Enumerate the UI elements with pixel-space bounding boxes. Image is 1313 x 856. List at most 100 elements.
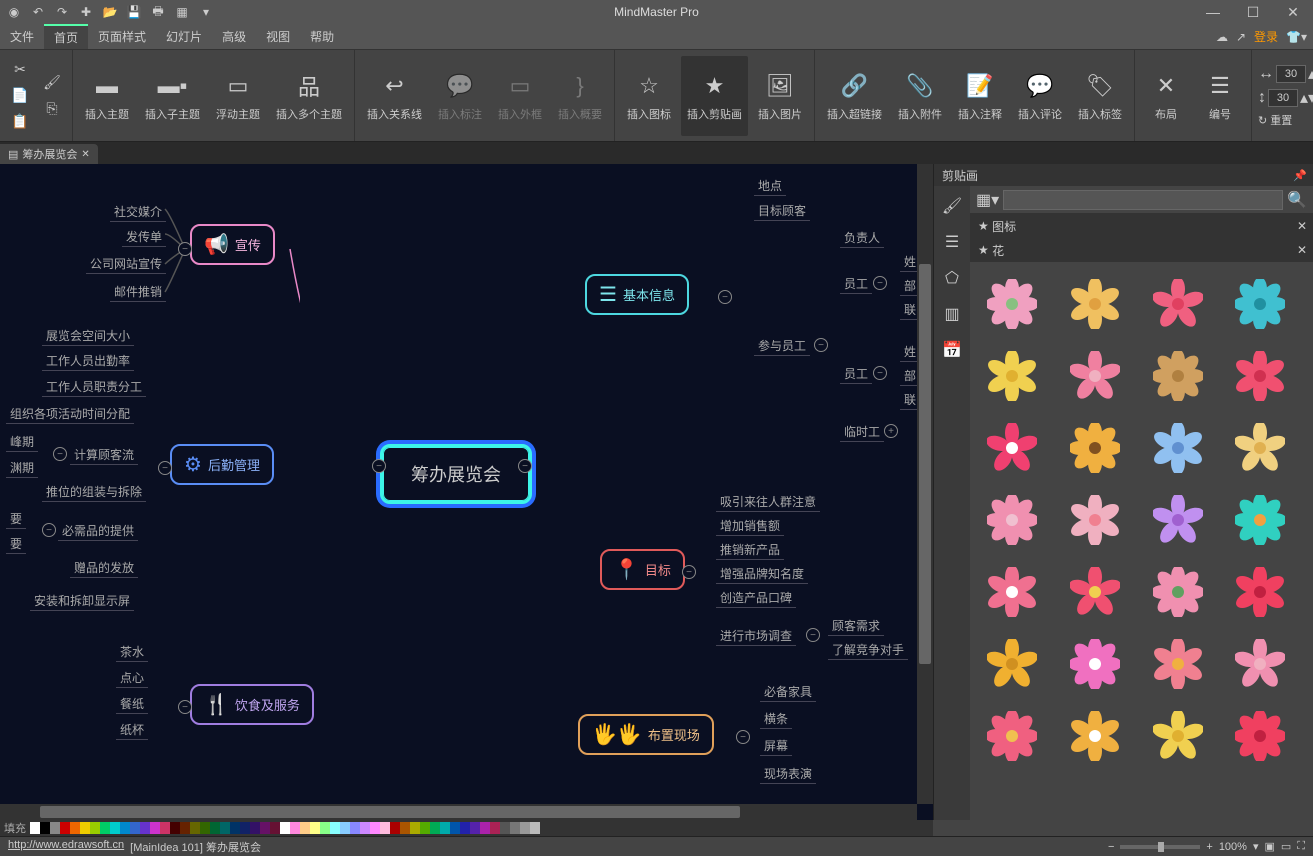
- color-swatch[interactable]: [370, 822, 380, 834]
- color-swatch[interactable]: [140, 822, 150, 834]
- color-swatch[interactable]: [300, 822, 310, 834]
- color-swatch[interactable]: [460, 822, 470, 834]
- clipart-flower[interactable]: [1148, 634, 1208, 694]
- color-swatch[interactable]: [40, 822, 50, 834]
- insert-picture-button[interactable]: 🖼插入图片: [752, 56, 808, 136]
- redo-icon[interactable]: ↷: [52, 2, 72, 22]
- expander[interactable]: −: [158, 461, 172, 475]
- color-swatch[interactable]: [490, 822, 500, 834]
- close-button[interactable]: ✕: [1273, 0, 1313, 24]
- clipart-flower[interactable]: [1230, 418, 1290, 478]
- color-swatch[interactable]: [440, 822, 450, 834]
- height-stepper[interactable]: ▴▾: [1300, 88, 1313, 108]
- zoom-thumb[interactable]: [1158, 842, 1164, 852]
- color-swatch[interactable]: [190, 822, 200, 834]
- leaf[interactable]: 要: [6, 534, 26, 554]
- zoom-dropdown-icon[interactable]: ▾: [1253, 840, 1259, 853]
- section-close-icon[interactable]: ✕: [1297, 243, 1307, 257]
- minimize-button[interactable]: —: [1193, 0, 1233, 24]
- expander[interactable]: −: [873, 366, 887, 380]
- node-setup[interactable]: 🖐🖐布置现场: [578, 714, 714, 755]
- color-swatch[interactable]: [270, 822, 280, 834]
- leaf[interactable]: 茶水: [116, 642, 148, 662]
- leaf[interactable]: 赠品的发放: [70, 558, 138, 578]
- clipart-flower[interactable]: [1148, 706, 1208, 766]
- color-swatch[interactable]: [420, 822, 430, 834]
- leaf[interactable]: 顾客需求: [828, 616, 884, 636]
- cloud-icon[interactable]: ☁: [1216, 30, 1228, 44]
- clipart-flower[interactable]: [1065, 274, 1125, 334]
- pin-icon[interactable]: 📌: [1293, 169, 1307, 182]
- menu-page-style[interactable]: 页面样式: [88, 24, 156, 49]
- color-swatch[interactable]: [520, 822, 530, 834]
- expander[interactable]: −: [178, 242, 192, 256]
- color-swatch[interactable]: [90, 822, 100, 834]
- leaf[interactable]: 餐纸: [116, 694, 148, 714]
- leaf[interactable]: 公司网站宣传: [86, 254, 166, 274]
- color-swatch[interactable]: [260, 822, 270, 834]
- clipart-flower[interactable]: [1148, 562, 1208, 622]
- width-input[interactable]: [1276, 65, 1306, 83]
- leaf[interactable]: 增强品牌知名度: [716, 564, 808, 584]
- expander[interactable]: −: [806, 628, 820, 642]
- tab-close-icon[interactable]: ✕: [81, 149, 89, 160]
- color-swatch[interactable]: [320, 822, 330, 834]
- leaf[interactable]: 安装和拆卸显示屏: [30, 591, 134, 611]
- scroll-thumb[interactable]: [919, 264, 931, 664]
- clipart-flower[interactable]: [982, 418, 1042, 478]
- color-swatch[interactable]: [530, 822, 540, 834]
- color-swatch[interactable]: [130, 822, 140, 834]
- print-icon[interactable]: 🖶: [148, 2, 168, 22]
- leaf[interactable]: 推销新产品: [716, 540, 784, 560]
- cut-icon[interactable]: ✂: [6, 58, 34, 82]
- clipart-flower[interactable]: [1065, 490, 1125, 550]
- status-url-link[interactable]: http://www.edrawsoft.cn: [8, 839, 124, 855]
- clipart-flower[interactable]: [982, 706, 1042, 766]
- copy-icon[interactable]: 📄: [6, 84, 34, 108]
- node-promotion[interactable]: 📢宣传: [190, 224, 275, 265]
- leaf[interactable]: 临时工: [840, 422, 884, 442]
- insert-clipart-button[interactable]: ★插入剪贴画: [681, 56, 748, 136]
- undo-icon[interactable]: ↶: [28, 2, 48, 22]
- fullscreen-icon[interactable]: ⛶: [1297, 840, 1305, 853]
- color-swatch[interactable]: [80, 822, 90, 834]
- clipart-flower[interactable]: [1148, 346, 1208, 406]
- leaf[interactable]: 峰期: [6, 432, 38, 452]
- leaf[interactable]: 屏幕: [760, 736, 792, 756]
- color-swatch[interactable]: [400, 822, 410, 834]
- color-swatch[interactable]: [120, 822, 130, 834]
- open-icon[interactable]: 📂: [100, 2, 120, 22]
- expander[interactable]: −: [873, 276, 887, 290]
- clipart-flower[interactable]: [1148, 418, 1208, 478]
- insert-hyperlink-button[interactable]: 🔗插入超链接: [821, 56, 888, 136]
- document-tab[interactable]: ▤ 筹办展览会 ✕: [0, 144, 98, 164]
- clipart-flower[interactable]: [1065, 634, 1125, 694]
- section-close-icon[interactable]: ✕: [1297, 219, 1307, 233]
- node-catering[interactable]: 🍴饮食及服务: [190, 684, 314, 725]
- section-header-icon[interactable]: ★ 图标 ✕: [970, 214, 1313, 238]
- brush-tab-icon[interactable]: 🖌: [938, 192, 966, 220]
- clipart-flower[interactable]: [1065, 562, 1125, 622]
- reset-button[interactable]: ↻ 重置: [1258, 112, 1313, 128]
- color-swatch[interactable]: [510, 822, 520, 834]
- leaf[interactable]: 发传单: [122, 227, 166, 247]
- color-swatch[interactable]: [390, 822, 400, 834]
- leaf[interactable]: 地点: [754, 176, 786, 196]
- expander[interactable]: −: [718, 290, 732, 304]
- color-swatch[interactable]: [250, 822, 260, 834]
- leaf[interactable]: 现场表演: [760, 764, 816, 784]
- clipart-flower[interactable]: [1230, 706, 1290, 766]
- maximize-button[interactable]: ☐: [1233, 0, 1273, 24]
- leaf[interactable]: 增加销售额: [716, 516, 784, 536]
- clipart-flower[interactable]: [1230, 634, 1290, 694]
- clipart-flower[interactable]: [982, 562, 1042, 622]
- clipboard-extra-icon[interactable]: ⎘: [38, 97, 66, 121]
- leaf[interactable]: 工作人员出勤率: [42, 351, 134, 371]
- zoom-in-icon[interactable]: +: [1206, 841, 1212, 853]
- color-swatch[interactable]: [60, 822, 70, 834]
- leaf[interactable]: 纸杯: [116, 720, 148, 740]
- layout-button[interactable]: ✕布局: [1141, 56, 1191, 136]
- clipart-flower[interactable]: [982, 634, 1042, 694]
- clipart-flower[interactable]: [1230, 490, 1290, 550]
- leaf[interactable]: 参与员工: [754, 336, 810, 356]
